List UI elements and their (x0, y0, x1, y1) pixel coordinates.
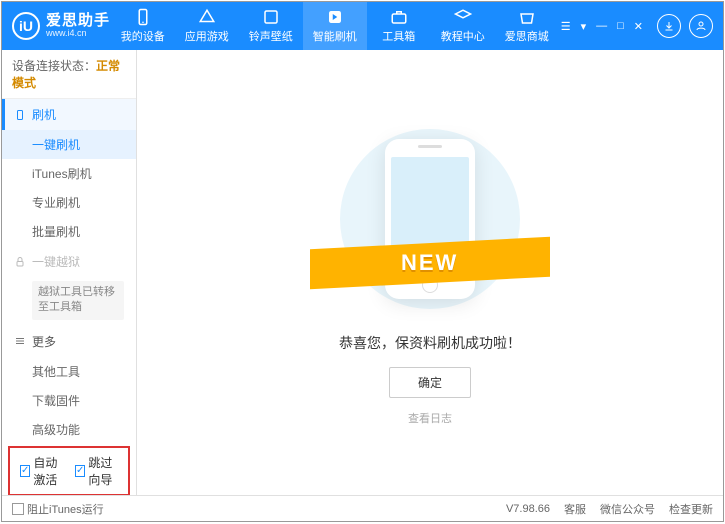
sidebar-item-other-tools[interactable]: 其他工具 (2, 357, 136, 386)
logo-icon: iU (12, 12, 40, 40)
app-title: 爱思助手 (46, 13, 110, 30)
close-icon[interactable]: ✕ (632, 20, 645, 33)
toolbox-icon (390, 8, 408, 26)
apps-icon (198, 8, 216, 26)
connection-status: 设备连接状态：正常模式 (2, 50, 136, 99)
confirm-button[interactable]: 确定 (389, 367, 471, 398)
sidebar-item-oneclick-flash[interactable]: 一键刷机 (2, 130, 136, 159)
checkbox-unchecked-icon (12, 503, 24, 515)
sidebar: 设备连接状态：正常模式 刷机 一键刷机 iTunes刷机 专业刷机 批量刷机 一… (2, 50, 137, 495)
store-icon (518, 8, 536, 26)
maximize-icon[interactable]: □ (615, 20, 626, 33)
checkbox-skip-guide[interactable]: ✓ 跳过向导 (75, 454, 118, 488)
sidebar-group-flash[interactable]: 刷机 (2, 99, 136, 130)
footer-service-link[interactable]: 客服 (564, 501, 586, 517)
user-button[interactable] (689, 14, 713, 38)
nav-tutorial[interactable]: 教程中心 (431, 2, 495, 50)
download-button[interactable] (657, 14, 681, 38)
sidebar-item-itunes-flash[interactable]: iTunes刷机 (2, 159, 136, 188)
phone-small-icon (14, 109, 26, 121)
sidebar-group-jailbreak[interactable]: 一键越狱 (2, 246, 136, 277)
more-icon (14, 335, 26, 347)
checkbox-checked-icon: ✓ (20, 465, 30, 477)
app-logo: iU 爱思助手 www.i4.cn (12, 12, 111, 40)
wallpaper-icon (262, 8, 280, 26)
nav-my-device[interactable]: 我的设备 (111, 2, 175, 50)
main-content: NEW 恭喜您，保资料刷机成功啦！ 确定 查看日志 (137, 50, 723, 495)
success-illustration: NEW (320, 119, 540, 319)
sidebar-item-advanced[interactable]: 高级功能 (2, 415, 136, 444)
window-controls: ☰ ▾ — □ ✕ (559, 20, 645, 33)
footer-wechat-link[interactable]: 微信公众号 (600, 501, 655, 517)
nav-store[interactable]: 爱思商城 (495, 2, 559, 50)
nav-ringtone-wallpaper[interactable]: 铃声壁纸 (239, 2, 303, 50)
footer-update-link[interactable]: 检查更新 (669, 501, 713, 517)
nav-toolbox[interactable]: 工具箱 (367, 2, 431, 50)
top-nav: 我的设备 应用游戏 铃声壁纸 智能刷机 工具箱 教程中心 (111, 2, 559, 50)
sidebar-group-more[interactable]: 更多 (2, 326, 136, 357)
sidebar-item-pro-flash[interactable]: 专业刷机 (2, 188, 136, 217)
lock-icon (14, 256, 26, 268)
checkbox-auto-activate[interactable]: ✓ 自动激活 (20, 454, 63, 488)
success-message: 恭喜您，保资料刷机成功啦！ (339, 333, 521, 353)
nav-apps-games[interactable]: 应用游戏 (175, 2, 239, 50)
checkbox-checked-icon: ✓ (75, 465, 85, 477)
flash-icon (326, 8, 344, 26)
app-url: www.i4.cn (46, 29, 110, 39)
sidebar-item-download-firmware[interactable]: 下载固件 (2, 386, 136, 415)
tutorial-icon (454, 8, 472, 26)
status-bar: 阻止iTunes运行 V7.98.66 客服 微信公众号 检查更新 (2, 495, 723, 521)
jailbreak-note: 越狱工具已转移至工具箱 (32, 281, 124, 320)
nav-smart-flash[interactable]: 智能刷机 (303, 2, 367, 50)
checkbox-block-itunes[interactable]: 阻止iTunes运行 (12, 501, 104, 517)
title-bar: iU 爱思助手 www.i4.cn 我的设备 应用游戏 铃声壁纸 智能刷机 (2, 2, 723, 50)
sidebar-item-batch-flash[interactable]: 批量刷机 (2, 217, 136, 246)
pin-icon[interactable]: ▾ (579, 20, 589, 33)
version-label: V7.98.66 (506, 503, 550, 515)
phone-icon (134, 8, 152, 26)
menu-icon[interactable]: ☰ (559, 20, 573, 33)
minimize-icon[interactable]: — (594, 20, 609, 33)
flash-options-highlighted: ✓ 自动激活 ✓ 跳过向导 (8, 446, 130, 495)
view-log-link[interactable]: 查看日志 (408, 410, 452, 426)
